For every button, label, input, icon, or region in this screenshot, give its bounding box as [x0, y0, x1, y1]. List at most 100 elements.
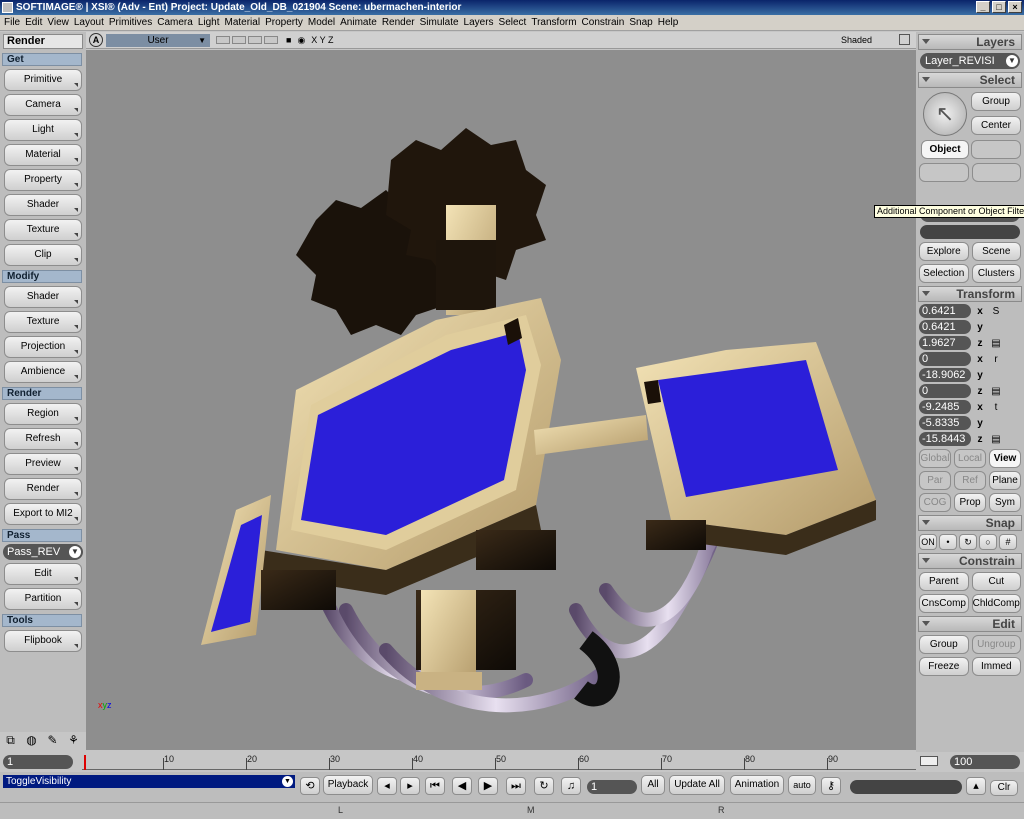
freeze-button[interactable]: Freeze: [919, 657, 969, 676]
scale-x-field[interactable]: 0.6421: [919, 304, 971, 318]
filter-b-button[interactable]: [971, 163, 1021, 182]
scale-z-axis[interactable]: z: [974, 338, 986, 349]
first-frame-icon[interactable]: ⏮: [425, 777, 445, 795]
clusters-button[interactable]: Clusters: [971, 264, 1021, 283]
menu-edit[interactable]: Edit: [25, 15, 47, 30]
rotate-y-field[interactable]: -18.9062: [919, 368, 971, 382]
light-button[interactable]: Light: [4, 119, 82, 141]
keyframe-field[interactable]: [850, 780, 962, 794]
translate-lock-icon[interactable]: ▤: [989, 434, 1003, 445]
menu-file[interactable]: File: [4, 15, 25, 30]
scale-y-axis[interactable]: y: [974, 322, 986, 333]
menu-transform[interactable]: Transform: [531, 15, 581, 30]
prev-frame-icon[interactable]: ◂: [377, 777, 397, 795]
menu-property[interactable]: Property: [265, 15, 308, 30]
memo-cams[interactable]: [216, 36, 278, 44]
rotate-toggle-icon[interactable]: r: [989, 354, 1003, 365]
rotate-lock-icon[interactable]: ▤: [989, 386, 1003, 397]
rotate-y-axis[interactable]: y: [974, 370, 986, 381]
timeline-ruler[interactable]: 10 20 30 40 50 60 70 80 90: [82, 754, 916, 770]
last-frame-icon[interactable]: ⏭: [506, 777, 526, 795]
scale-z-field[interactable]: 1.9627: [919, 336, 971, 350]
select-center-button[interactable]: Center: [971, 116, 1021, 135]
ref-button[interactable]: Ref: [954, 471, 986, 490]
timeline-end-field[interactable]: 100: [950, 755, 1020, 769]
selection-field[interactable]: [920, 225, 1020, 239]
snap-on-button[interactable]: ON: [919, 534, 937, 550]
select-group-button[interactable]: Group: [971, 92, 1021, 111]
parent-button[interactable]: Parent: [919, 572, 969, 591]
audio-icon[interactable]: ♫: [561, 777, 581, 795]
next-frame-icon[interactable]: ▸: [400, 777, 420, 795]
layers-header[interactable]: Layers: [918, 34, 1022, 50]
cog-button[interactable]: COG: [919, 493, 951, 512]
shader-button[interactable]: Shader: [4, 286, 82, 308]
scale-lock-icon[interactable]: ▤: [989, 338, 1003, 349]
local-button[interactable]: Local: [954, 449, 986, 468]
up-down-icon[interactable]: ▴: [966, 777, 986, 795]
snap-surface-icon[interactable]: ○: [979, 534, 997, 550]
pass-dropdown[interactable]: Pass_REV ▼: [3, 544, 83, 560]
menu-layout[interactable]: Layout: [74, 15, 109, 30]
menu-snap[interactable]: Snap: [629, 15, 657, 30]
texture-button[interactable]: Texture: [4, 311, 82, 333]
eye-icon[interactable]: ◉: [297, 33, 305, 47]
snap-points-icon[interactable]: •: [939, 534, 957, 550]
scale-y-field[interactable]: 0.6421: [919, 320, 971, 334]
rotate-x-axis[interactable]: x: [974, 354, 986, 365]
snap-curves-icon[interactable]: ↻: [959, 534, 977, 550]
menu-simulate[interactable]: Simulate: [420, 15, 464, 30]
selection-button[interactable]: Selection: [919, 264, 969, 283]
translate-y-field[interactable]: -5.8335: [919, 416, 971, 430]
render-button[interactable]: Render: [4, 478, 82, 500]
rotate-x-field[interactable]: 0: [919, 352, 971, 366]
primitive-button[interactable]: Primitive: [4, 69, 82, 91]
ambience-button[interactable]: Ambience: [4, 361, 82, 383]
group-button[interactable]: Group: [919, 635, 969, 654]
shader-button[interactable]: Shader: [4, 194, 82, 216]
menu-constrain[interactable]: Constrain: [582, 15, 630, 30]
viewport-letter[interactable]: A: [89, 33, 103, 47]
clip-button[interactable]: Clip: [4, 244, 82, 266]
layer-dropdown[interactable]: Layer_REVISI ▼: [920, 53, 1020, 69]
plane-button[interactable]: Plane: [989, 471, 1021, 490]
partition-button[interactable]: Partition: [4, 588, 82, 610]
edit-header[interactable]: Edit: [918, 616, 1022, 632]
playback-button[interactable]: Playback: [323, 775, 373, 795]
par-button[interactable]: Par: [919, 471, 951, 490]
refresh-button[interactable]: Refresh: [4, 428, 82, 450]
auto-key-button[interactable]: auto: [788, 775, 816, 795]
flipbook-button[interactable]: Flipbook: [4, 630, 82, 652]
clear-button[interactable]: Clr: [990, 780, 1018, 796]
cnscomp-button[interactable]: CnsComp: [919, 594, 969, 613]
3d-viewport[interactable]: xyz: [86, 50, 916, 750]
close-icon[interactable]: ×: [1008, 1, 1022, 13]
loop-icon[interactable]: ↻: [534, 777, 554, 795]
select-header[interactable]: Select: [918, 72, 1022, 88]
menu-model[interactable]: Model: [308, 15, 340, 30]
menu-primitives[interactable]: Primitives: [109, 15, 157, 30]
timeline-start-field[interactable]: 1: [3, 755, 73, 769]
region-button[interactable]: Region: [4, 403, 82, 425]
current-frame-field[interactable]: 1: [587, 780, 637, 794]
translate-x-axis[interactable]: x: [974, 402, 986, 413]
script-icon[interactable]: ⟲: [300, 777, 320, 795]
transform-header[interactable]: Transform: [918, 286, 1022, 302]
constrain-header[interactable]: Constrain: [918, 553, 1022, 569]
view-button[interactable]: View: [989, 449, 1021, 468]
time-cursor[interactable]: [84, 755, 86, 770]
menu-layers[interactable]: Layers: [464, 15, 499, 30]
texture-button[interactable]: Texture: [4, 219, 82, 241]
translate-z-axis[interactable]: z: [974, 434, 986, 445]
filter-a-button[interactable]: [919, 163, 969, 182]
immed-button[interactable]: Immed: [971, 657, 1021, 676]
edit-button[interactable]: Edit: [4, 563, 82, 585]
translate-y-axis[interactable]: y: [974, 418, 986, 429]
select-filter-empty[interactable]: [971, 140, 1021, 159]
render-toolbar-icon[interactable]: ◍: [23, 732, 40, 749]
select-object-button[interactable]: Object: [921, 140, 969, 159]
menu-light[interactable]: Light: [198, 15, 225, 30]
key-icon[interactable]: ⚷: [821, 777, 841, 795]
camera-button[interactable]: Camera: [4, 94, 82, 116]
chldcomp-button[interactable]: ChldComp: [971, 594, 1021, 613]
